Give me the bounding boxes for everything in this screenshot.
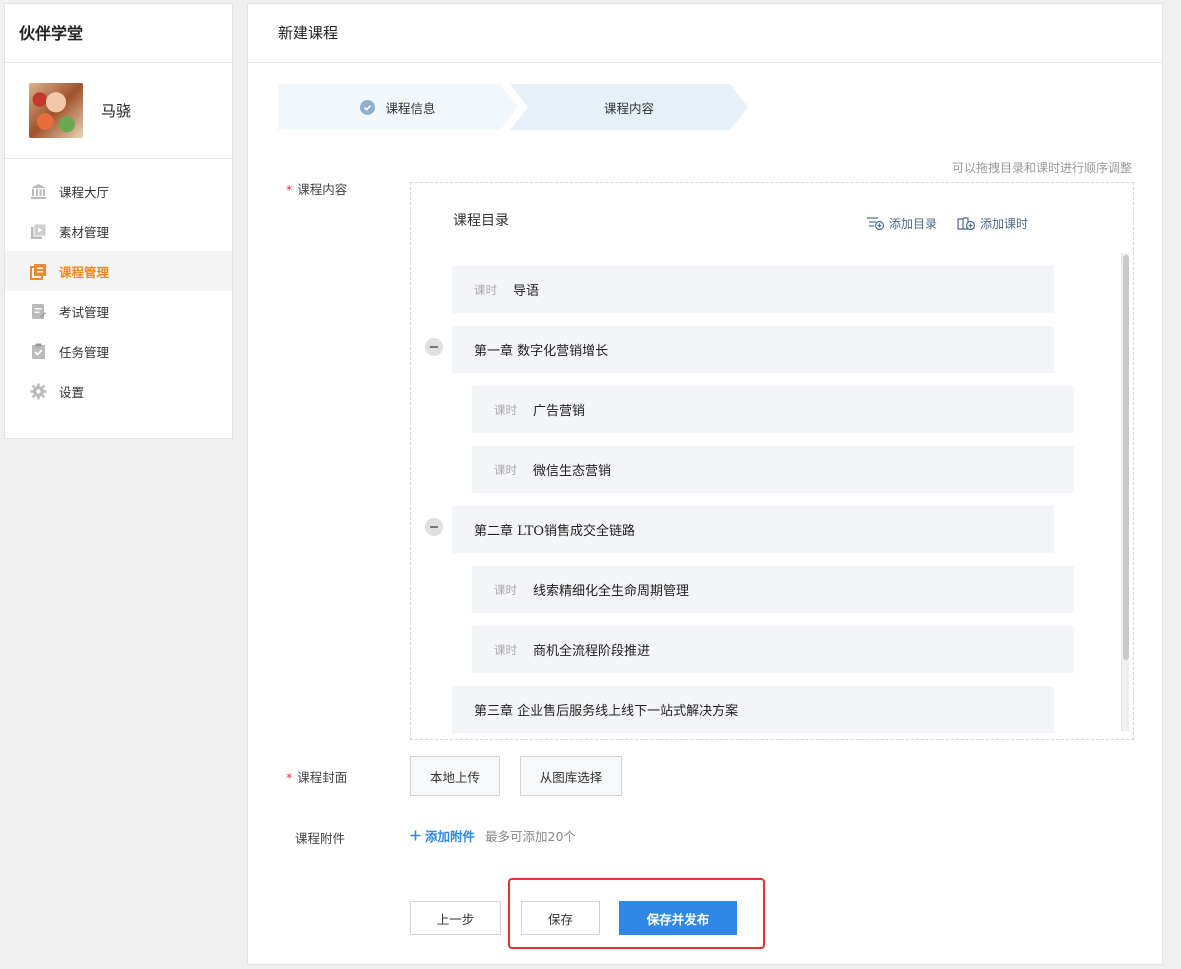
- attachment-hint: 最多可添加20个: [485, 829, 576, 844]
- step-label: 课程信息: [385, 100, 436, 116]
- list-item[interactable]: 课时 商机全流程阶段推进: [472, 626, 1074, 673]
- main-panel: 新建课程 课程信息 课程内容 可以拖拽目录和课时进行顺序调整 * 课程内容 课程目…: [247, 3, 1163, 965]
- scroll-thumb[interactable]: [1123, 255, 1129, 660]
- library-select-button[interactable]: 从图库选择: [520, 756, 622, 796]
- step-course-info[interactable]: 课程信息: [278, 84, 518, 130]
- gear-icon: [30, 383, 47, 400]
- list-item[interactable]: 课时 导语: [452, 266, 1054, 313]
- attachment-label: 课程附件: [295, 831, 346, 846]
- sidebar-nav: 课程大厅 素材管理 课程管理 考试管理 任务管理 设置: [5, 159, 232, 411]
- add-attachment-label: 添加附件: [425, 829, 476, 844]
- plus-icon: [410, 830, 421, 841]
- add-lesson-icon: [957, 217, 976, 231]
- task-icon: [30, 343, 47, 360]
- media-icon: [30, 223, 47, 240]
- step-course-content[interactable]: 课程内容: [510, 84, 748, 130]
- sidebar-item-settings[interactable]: 设置: [5, 371, 232, 411]
- add-lesson-label: 添加课时: [979, 217, 1028, 231]
- sidebar: 伙伴学堂 马骁 课程大厅 素材管理 课程管理 考试管理 任务管理 设置: [4, 3, 233, 439]
- course-icon: [30, 263, 47, 280]
- step-label: 课程内容: [603, 100, 654, 116]
- add-directory-label: 添加目录: [888, 217, 937, 231]
- exam-icon: [30, 303, 47, 320]
- drag-hint: 可以拖拽目录和课时进行顺序调整: [951, 161, 1132, 175]
- collapse-icon[interactable]: [425, 518, 443, 536]
- add-attachment-button[interactable]: 添加附件: [410, 826, 475, 845]
- add-directory-icon: [866, 217, 885, 231]
- catalog-box: 课程目录 添加目录 添加课时 课时导语 第一章 数字化营销增长 课时广告营销: [410, 182, 1134, 740]
- sidebar-item-label: 素材管理: [59, 224, 110, 240]
- list-item[interactable]: 课时 广告营销: [472, 386, 1074, 433]
- sidebar-item-label: 课程大厅: [59, 184, 110, 200]
- sidebar-item-exam[interactable]: 考试管理: [5, 291, 232, 331]
- sidebar-item-materials[interactable]: 素材管理: [5, 211, 232, 251]
- cover-label: * 课程封面: [286, 770, 348, 785]
- add-directory-button[interactable]: 添加目录: [866, 215, 937, 232]
- prev-step-button[interactable]: 上一步: [410, 901, 501, 935]
- catalog-list: 课时 导语 第一章 数字化营销增长 课时 广告营销 课时 微信生态营销 第二章 LTO…: [411, 253, 1111, 733]
- attachment-row: 添加附件 最多可添加20个: [410, 826, 576, 845]
- brand-title: 伙伴学堂: [5, 4, 232, 63]
- collapse-icon[interactable]: [425, 338, 443, 356]
- user-name: 马骁: [101, 102, 132, 120]
- sidebar-item-label: 考试管理: [59, 304, 110, 320]
- sidebar-item-label: 课程管理: [59, 264, 110, 280]
- list-item[interactable]: 课时 线索精细化全生命周期管理: [472, 566, 1074, 613]
- list-item[interactable]: 第一章 数字化营销增长: [452, 326, 1054, 373]
- list-item[interactable]: 第三章 企业售后服务线上线下一站式解决方案: [452, 686, 1054, 733]
- check-icon: [360, 99, 376, 115]
- page-title: 新建课程: [248, 4, 1162, 63]
- avatar[interactable]: [29, 83, 83, 138]
- user-profile: 马骁: [5, 63, 232, 159]
- sidebar-item-task[interactable]: 任务管理: [5, 331, 232, 371]
- content-label: * 课程内容: [286, 182, 348, 197]
- highlight-box: [508, 878, 765, 949]
- sidebar-item-course-management[interactable]: 课程管理: [5, 251, 232, 291]
- sidebar-item-label: 任务管理: [59, 344, 110, 360]
- add-lesson-button[interactable]: 添加课时: [957, 215, 1028, 232]
- list-item[interactable]: 课时 微信生态营销: [472, 446, 1074, 493]
- sidebar-item-course-hall[interactable]: 课程大厅: [5, 171, 232, 211]
- bank-icon: [30, 183, 47, 200]
- step-indicator: 课程信息 课程内容: [278, 84, 748, 130]
- catalog-actions: 添加目录 添加课时: [866, 215, 1028, 232]
- list-item[interactable]: 第二章 LTO销售成交全链路: [452, 506, 1054, 553]
- sidebar-item-label: 设置: [59, 384, 85, 400]
- scrollbar[interactable]: [1121, 253, 1129, 731]
- local-upload-button[interactable]: 本地上传: [410, 756, 500, 796]
- catalog-title: 课程目录: [453, 213, 509, 229]
